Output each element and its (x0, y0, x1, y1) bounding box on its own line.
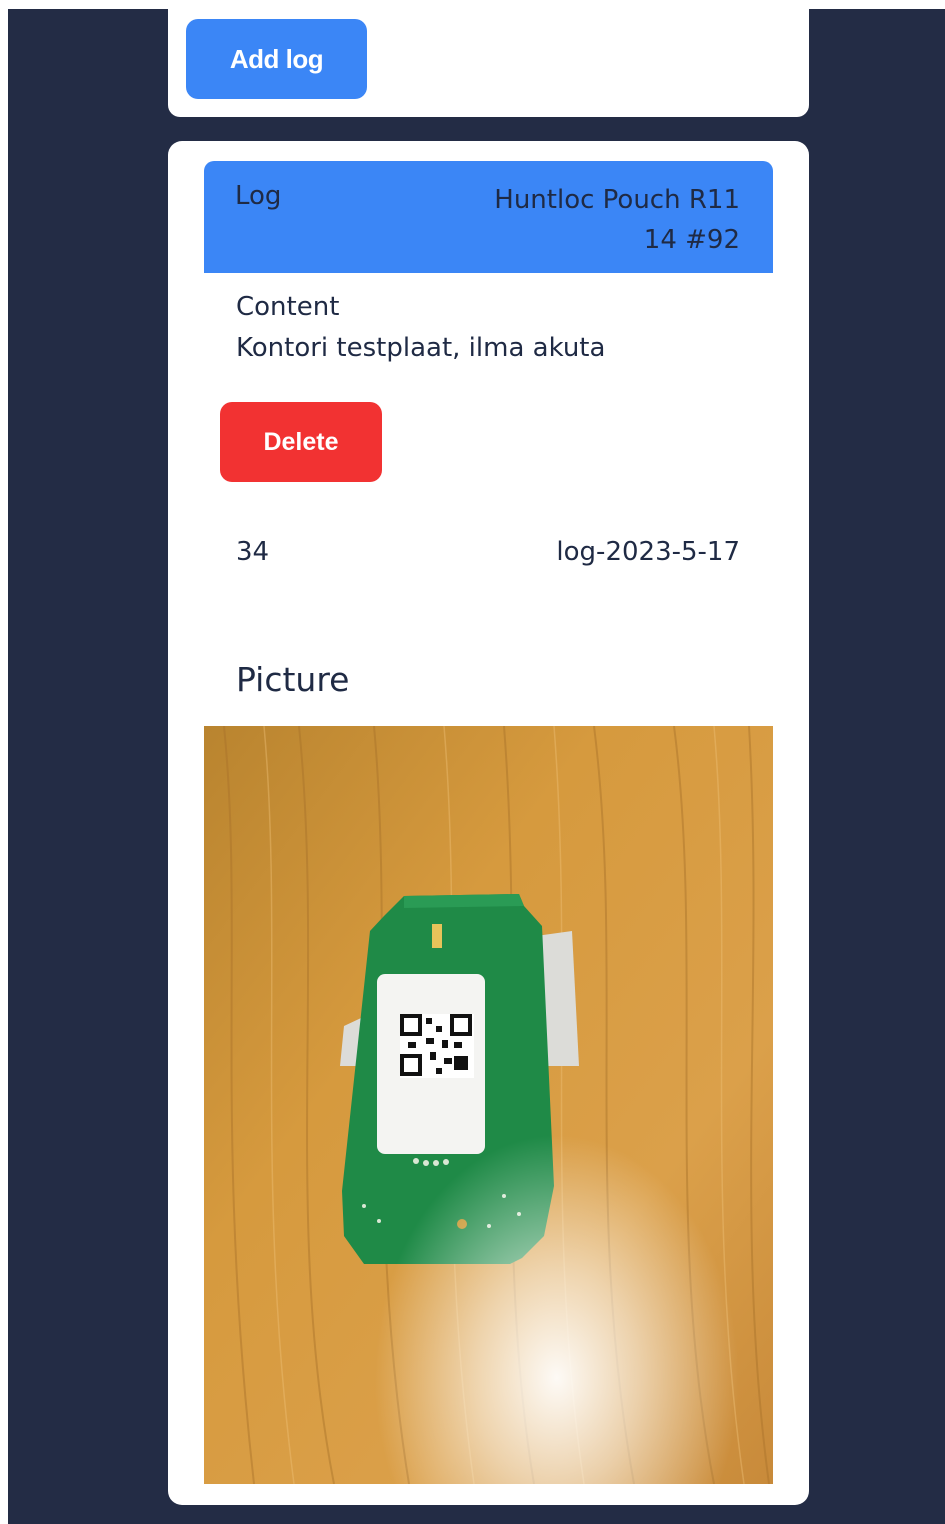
device-name: Huntloc Pouch R11 14 #92 (494, 185, 740, 255)
add-log-button[interactable]: Add log (186, 19, 367, 99)
log-photo (204, 726, 773, 1484)
picture-heading: Picture (236, 660, 350, 699)
content-text: Kontori testplaat, ilma akuta (236, 333, 606, 363)
content-label: Content (236, 292, 340, 322)
log-id: 34 (236, 537, 270, 567)
log-date: log-2023-5-17 (556, 537, 740, 567)
delete-button[interactable]: Delete (220, 402, 382, 482)
log-header-label: Log (235, 181, 282, 211)
log-card-header: Log Huntloc Pouch R11 14 #92 (204, 161, 773, 273)
